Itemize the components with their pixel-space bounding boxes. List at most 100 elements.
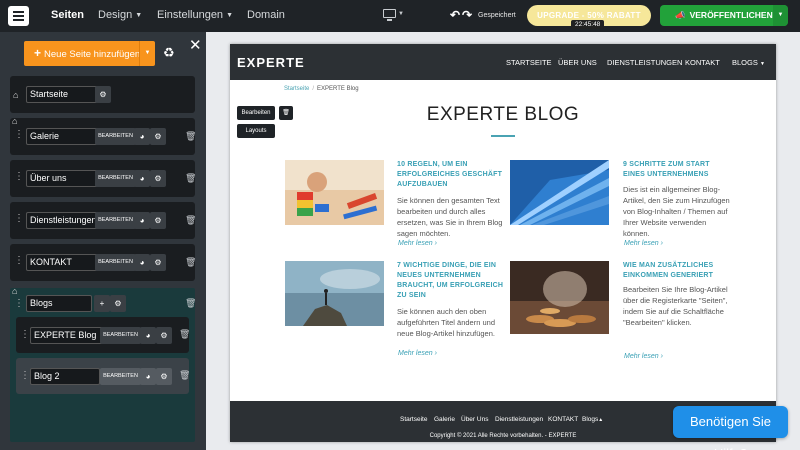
page-item-galerie[interactable]: ⌂ ⋮⋮ Galerie BEARBEITEN ◕ ⚙ 🗑 [10, 116, 196, 155]
footer-link-kontakt[interactable]: KONTAKT [548, 416, 578, 423]
post-image-coins[interactable] [510, 261, 609, 334]
edit-page-button[interactable]: BEARBEITEN [95, 212, 136, 229]
palette-icon[interactable]: ◕ [140, 327, 156, 344]
breadcrumb-startseite[interactable]: Startseite [284, 86, 309, 92]
site-header: EXPERTE STARTSEITE ÜBER UNS DIENSTLEISTU… [230, 44, 776, 80]
redo-icon[interactable]: ↷ [462, 8, 472, 22]
read-more-label: Mehr lesen [624, 353, 659, 360]
site-nav-ueber-uns[interactable]: ÜBER UNS [558, 58, 597, 67]
site-preview: EXPERTE STARTSEITE ÜBER UNS DIENSTLEISTU… [230, 44, 776, 442]
trash-icon[interactable]: 🗑 [185, 257, 196, 268]
monitor-icon[interactable] [383, 9, 396, 21]
post-excerpt: Bearbeiten Sie Ihre Blog-Artikel über di… [623, 285, 728, 327]
page-item-dienstleistungen[interactable]: ⋮⋮ Dienstleistungen BEARBEITEN ◕ ⚙ 🗑 [10, 202, 196, 239]
nav-domain[interactable]: Domain [247, 9, 285, 21]
plus-icon[interactable]: + [94, 295, 110, 312]
chevron-down-icon[interactable]: ▼ [398, 11, 404, 17]
site-nav-dienstleistungen[interactable]: DIENSTLEISTUNGEN [607, 58, 682, 67]
top-bar: Seiten Design ▼ Einstellungen ▼ Domain ▼ ↶… [0, 0, 800, 32]
nav-einstellungen-label: Einstellungen [157, 9, 224, 21]
trash-icon[interactable]: 🗑 [185, 131, 196, 142]
home-icon: ⌂ [13, 90, 19, 100]
help-button[interactable]: Benötigen Sie Hilfe? [673, 406, 788, 450]
gear-icon[interactable]: ⚙ [156, 327, 172, 344]
publish-button[interactable]: 📣 VERÖFFENTLICHEN ▼ [660, 5, 788, 26]
site-nav-kontakt[interactable]: KONTAKT [685, 58, 720, 67]
close-icon[interactable]: ✕ [189, 36, 202, 54]
page-item-ueber-uns[interactable]: ⋮⋮ Über uns BEARBEITEN ◕ ⚙ 🗑 [10, 160, 196, 197]
edit-page-button[interactable]: BEARBEITEN [100, 327, 141, 344]
page-name-field[interactable]: Galerie [26, 128, 104, 145]
gear-icon[interactable]: ⚙ [150, 170, 166, 187]
page-name-field[interactable]: Blog 2 [30, 368, 100, 385]
page-name-field[interactable]: Blogs [26, 295, 92, 312]
section-layouts-button[interactable]: Layouts [237, 124, 275, 138]
page-name-field[interactable]: KONTAKT [26, 254, 104, 271]
post-image-mountain[interactable] [285, 261, 384, 326]
trash-icon[interactable]: 🗑 [179, 329, 190, 340]
read-more-link[interactable]: Mehr lesen › [624, 240, 663, 247]
gear-icon[interactable]: ⚙ [150, 254, 166, 271]
site-logo[interactable]: EXPERTE [237, 55, 305, 70]
palette-icon[interactable]: ◕ [140, 368, 156, 385]
trash-icon[interactable]: 🗑 [185, 298, 196, 309]
palette-icon[interactable]: ◕ [134, 254, 150, 271]
chevron-down-icon[interactable]: ▼ [773, 5, 788, 26]
gear-icon[interactable]: ⚙ [156, 368, 172, 385]
site-nav-blogs-label: BLOGS [732, 58, 758, 67]
page-name-field[interactable]: EXPERTE Blog [30, 327, 108, 344]
nav-seiten[interactable]: Seiten [51, 9, 84, 21]
footer-link-dienstleistungen[interactable]: Dienstleistungen [495, 416, 543, 423]
trash-icon[interactable]: 🗑 [185, 173, 196, 184]
footer-link-blogs[interactable]: Blogs▲ [582, 416, 603, 423]
chevron-down-icon: ▼ [135, 12, 143, 19]
footer-link-galerie[interactable]: Galerie [434, 416, 455, 423]
subpage-item-experte-blog[interactable]: ⋮⋮ EXPERTE Blog BEARBEITEN ◕ ⚙ 🗑 [16, 317, 190, 353]
nav-design[interactable]: Design ▼ [98, 9, 142, 21]
read-more-link[interactable]: Mehr lesen › [398, 350, 437, 357]
gear-icon[interactable]: ⚙ [95, 86, 111, 103]
page-item-startseite[interactable]: ⌂ Startseite ⚙ [10, 76, 195, 113]
palette-icon[interactable]: ◕ [134, 128, 150, 145]
post-title[interactable]: WIE MAN ZUSÄTZLICHES EINKOMMEN GENERIERT [623, 261, 731, 281]
edit-page-button[interactable]: BEARBEITEN [95, 128, 136, 145]
palette-icon[interactable]: ◕ [134, 170, 150, 187]
menu-icon[interactable] [8, 6, 29, 26]
footer-link-startseite[interactable]: Startseite [400, 416, 427, 423]
post-image-toys[interactable] [285, 160, 384, 225]
add-page-button[interactable]: + Neue Seite hinzufügen ▼ [24, 41, 155, 66]
palette-icon[interactable]: ◕ [134, 212, 150, 229]
read-more-link[interactable]: Mehr lesen › [624, 353, 663, 360]
page-name-field[interactable]: Dienstleistungen [26, 212, 104, 229]
page-item-kontakt[interactable]: ⋮⋮ KONTAKT BEARBEITEN ◕ ⚙ 🗑 [10, 244, 196, 281]
gear-icon[interactable]: ⚙ [150, 128, 166, 145]
footer-link-blogs-label: Blogs [582, 416, 599, 423]
read-more-link[interactable]: Mehr lesen › [398, 240, 437, 247]
gear-icon[interactable]: ⚙ [110, 295, 126, 312]
page-name-field[interactable]: Über uns [26, 170, 104, 187]
post-title[interactable]: 10 REGELN, UM EIN ERFOLGREICHES GESCHÄFT… [397, 160, 505, 190]
site-nav-blogs[interactable]: BLOGS ▼ [732, 58, 765, 67]
recycle-bin-icon[interactable]: ♻ [163, 45, 175, 61]
footer-link-ueber-uns[interactable]: Über Uns [461, 416, 488, 423]
edit-page-button[interactable]: BEARBEITEN [100, 368, 141, 385]
nav-design-label: Design [98, 9, 133, 21]
edit-page-button[interactable]: BEARBEITEN [95, 254, 136, 271]
undo-icon[interactable]: ↶ [450, 8, 460, 22]
trash-icon[interactable]: 🗑 [179, 370, 190, 381]
post-title[interactable]: 9 SCHRITTE ZUM START EINES UNTERNEHMENS [623, 160, 731, 180]
gear-icon[interactable]: ⚙ [150, 212, 166, 229]
site-nav-startseite[interactable]: STARTSEITE [506, 58, 552, 67]
page-name-field[interactable]: Startseite [26, 86, 104, 103]
post-title[interactable]: 7 WICHTIGE DINGE, DIE EIN NEUES UNTERNEH… [397, 261, 505, 301]
post-image-stairs[interactable] [510, 160, 609, 225]
caret-down-icon: ▼ [759, 61, 765, 67]
nav-einstellungen[interactable]: Einstellungen ▼ [157, 9, 233, 21]
edit-page-button[interactable]: BEARBEITEN [95, 170, 136, 187]
subpage-item-blog-2[interactable]: ⋮⋮ Blog 2 BEARBEITEN ◕ ⚙ 🗑 [16, 358, 190, 394]
chevron-down-icon: ▼ [226, 12, 233, 19]
trash-icon[interactable]: 🗑 [185, 215, 196, 226]
chevron-down-icon[interactable]: ▼ [139, 41, 155, 66]
read-more-label: Mehr lesen [398, 240, 433, 247]
caret-up-icon: ▲ [598, 417, 604, 423]
